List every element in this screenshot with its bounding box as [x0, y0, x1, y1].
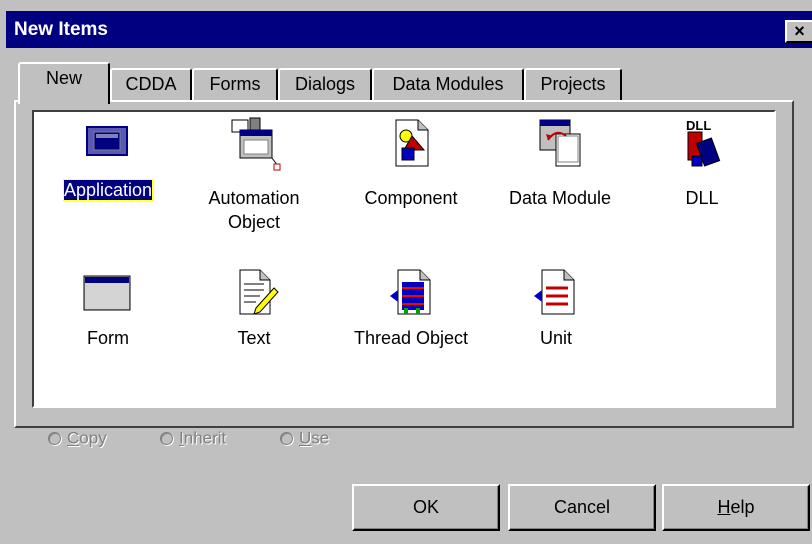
component-icon: [395, 119, 429, 167]
tab-new[interactable]: New: [18, 62, 110, 104]
item-unit[interactable]: Unit: [496, 269, 616, 352]
tab-data-modules[interactable]: Data Modules: [372, 68, 524, 100]
thread-object-icon: [390, 269, 431, 315]
item-label: Unit: [539, 328, 572, 348]
item-label: Component: [364, 188, 458, 208]
ok-button[interactable]: OK: [352, 484, 500, 531]
application-icon: [86, 126, 128, 156]
item-label: Data Module: [508, 188, 612, 208]
item-component[interactable]: Component: [346, 119, 476, 208]
tab-dialogs[interactable]: Dialogs: [278, 68, 372, 100]
item-thread-object[interactable]: Thread Object: [334, 269, 488, 352]
item-dll[interactable]: DLL DLL: [642, 118, 762, 208]
dialog-title: New Items: [14, 19, 108, 40]
item-label: Form: [87, 328, 129, 348]
copy-radio[interactable]: Copy: [48, 428, 107, 452]
svg-text:DLL: DLL: [686, 118, 711, 133]
item-label: Application: [62, 179, 154, 201]
automation-object-icon: [231, 117, 281, 171]
item-label-line2: Object: [227, 212, 281, 232]
item-automation-object[interactable]: Automation Object: [194, 117, 314, 232]
item-data-module[interactable]: Data Module: [490, 119, 630, 208]
radio-circle: [48, 432, 61, 446]
use-radio[interactable]: Use: [280, 428, 329, 452]
item-text[interactable]: Text: [194, 269, 314, 352]
new-items-dialog: New Items × New CDDA Forms Dialogs Data …: [0, 0, 812, 544]
item-application[interactable]: Application: [48, 120, 168, 201]
close-button[interactable]: ×: [785, 20, 812, 43]
radio-circle: [160, 432, 173, 446]
item-label: Thread Object: [353, 328, 469, 348]
form-icon: [83, 275, 131, 311]
data-module-icon: [539, 119, 581, 167]
dll-icon: DLL: [686, 118, 721, 167]
tab-projects[interactable]: Projects: [524, 68, 622, 100]
cancel-button[interactable]: Cancel: [508, 484, 656, 531]
help-button[interactable]: Help: [662, 484, 810, 531]
inherit-radio[interactable]: Inherit: [160, 428, 226, 452]
text-icon: [239, 269, 279, 315]
item-label: Text: [237, 328, 271, 348]
unit-icon: [534, 269, 575, 315]
title-bar[interactable]: New Items: [6, 11, 812, 48]
item-form[interactable]: Form: [48, 272, 168, 352]
item-label-line1: Automation: [208, 188, 300, 208]
tab-forms[interactable]: Forms: [192, 68, 278, 100]
items-list-view[interactable]: Application Automation Object Component …: [32, 110, 776, 408]
item-label: DLL: [685, 188, 719, 208]
tab-cdda[interactable]: CDDA: [110, 68, 192, 100]
radio-circle: [280, 432, 293, 446]
